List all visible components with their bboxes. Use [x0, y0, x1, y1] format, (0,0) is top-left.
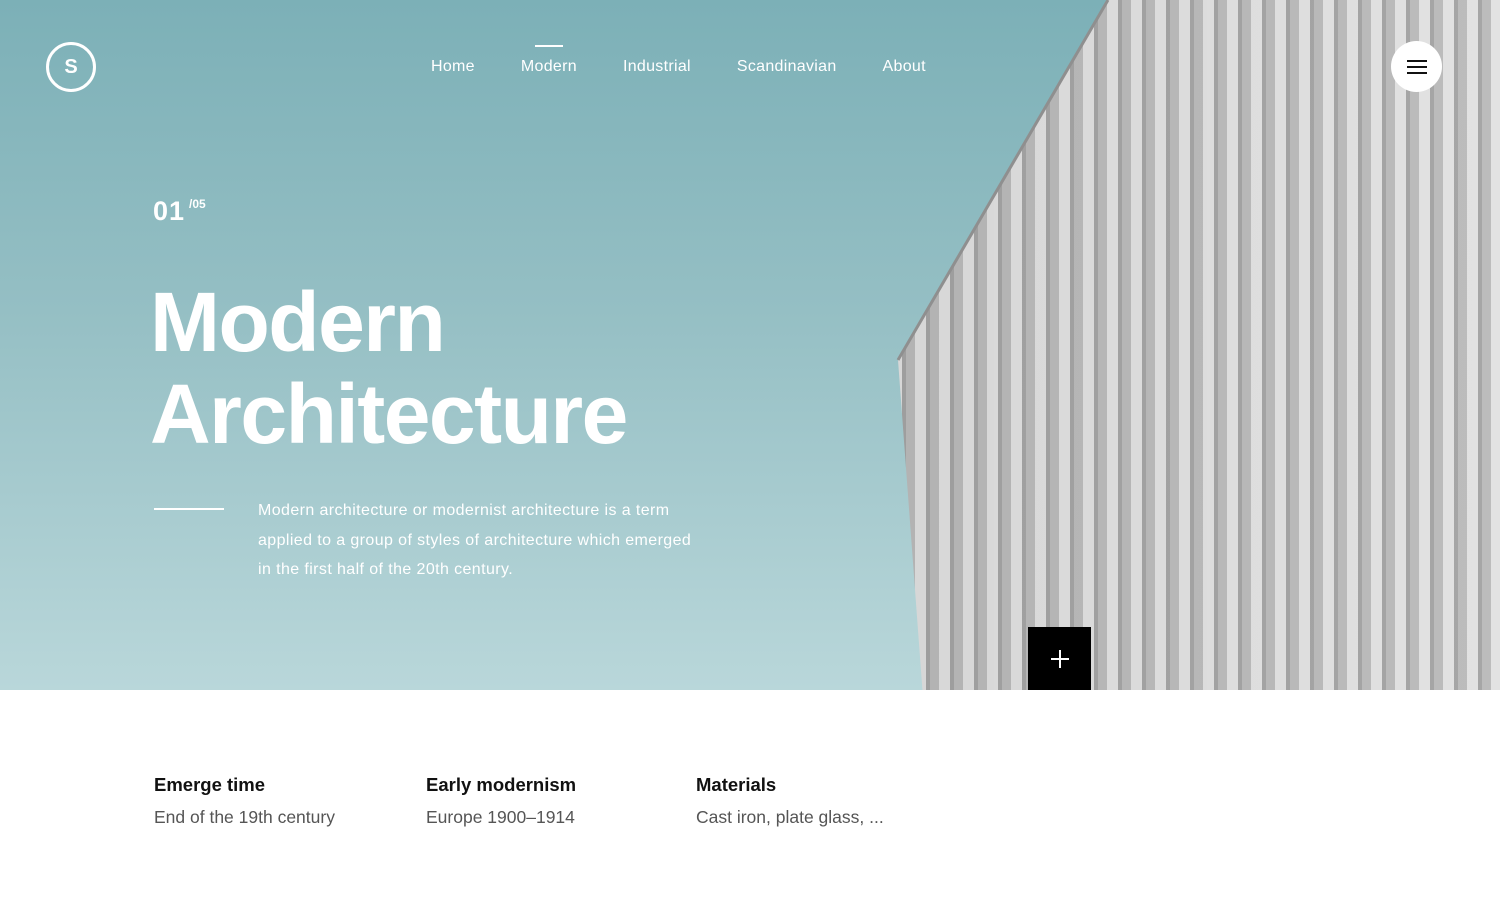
logo-letter: S	[64, 55, 78, 78]
nav-item-scandinavian[interactable]: Scandinavian	[737, 58, 837, 76]
info-label: Early modernism	[426, 774, 577, 795]
site-logo[interactable]: S	[46, 42, 96, 92]
info-label: Materials	[696, 774, 777, 795]
nav-item-modern[interactable]: Modern	[521, 45, 577, 76]
info-item-materials: Materials Cast iron, plate glass, ...	[696, 774, 884, 828]
main-nav: Home Modern Industrial Scandinavian Abou…	[431, 45, 926, 76]
nav-item-industrial[interactable]: Industrial	[623, 58, 691, 76]
info-value: Cast iron, plate glass, ...	[696, 807, 884, 827]
menu-button[interactable]	[1391, 41, 1442, 92]
plus-icon	[1050, 649, 1069, 668]
hamburger-icon	[1406, 59, 1427, 74]
info-value: End of the 19th century	[154, 807, 335, 827]
slide-counter: 01/05	[153, 196, 206, 227]
info-item-early-modernism: Early modernism Europe 1900–1914	[426, 774, 576, 828]
hero-description: Modern architecture or modernist archite…	[258, 502, 692, 578]
info-panel: Emerge time End of the 19th century Earl…	[0, 690, 1028, 900]
page-title: Modern Architecture	[150, 275, 628, 461]
slide-total: /05	[189, 197, 206, 211]
nav-item-about[interactable]: About	[883, 58, 926, 76]
title-line-2: Architecture	[150, 367, 628, 461]
slide-current: 01	[153, 196, 186, 226]
info-value: Europe 1900–1914	[426, 807, 575, 827]
description-divider	[154, 508, 224, 510]
expand-button[interactable]	[1028, 627, 1091, 690]
info-label: Emerge time	[154, 774, 266, 795]
nav-item-home[interactable]: Home	[431, 58, 475, 76]
title-line-1: Modern	[150, 275, 446, 369]
info-item-emerge-time: Emerge time End of the 19th century	[154, 774, 335, 828]
